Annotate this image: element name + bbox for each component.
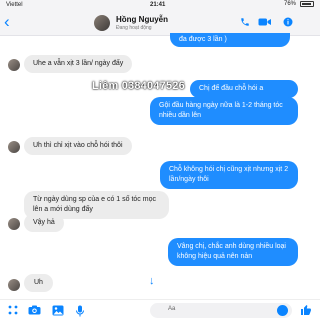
watermark-text: Liêm 0384047526 xyxy=(92,80,185,92)
carrier-label: Viettel xyxy=(6,2,23,8)
message-input-placeholder: Aa xyxy=(168,306,176,312)
message-bubble-incoming[interactable]: Uhe a vẫn xịt 3 lần/ ngày đấy xyxy=(24,55,133,73)
message-bubble-incoming[interactable]: Uh thì chỉ xịt vào chỗ hói thôi xyxy=(24,137,132,155)
thumbs-up-icon[interactable] xyxy=(300,304,312,316)
battery-icon xyxy=(300,1,314,7)
message-bubble-incoming[interactable]: Vậy hả xyxy=(24,214,64,232)
sender-avatar[interactable] xyxy=(8,59,20,71)
sender-avatar[interactable] xyxy=(8,279,20,291)
message-input[interactable]: Aa xyxy=(150,303,292,318)
camera-icon[interactable] xyxy=(28,305,41,315)
info-icon[interactable] xyxy=(283,17,293,27)
message-bubble-outgoing[interactable]: Chỗ không hói chị cũng xịt nhưng xịt 2 l… xyxy=(160,161,298,189)
apps-icon[interactable] xyxy=(8,305,18,315)
message-bubble-outgoing[interactable]: đa được 3 lần ) xyxy=(170,33,290,47)
sender-avatar[interactable] xyxy=(8,218,20,230)
message-bubble-incoming[interactable]: Uh xyxy=(24,274,53,292)
contact-avatar[interactable] xyxy=(94,15,110,31)
status-right: 76% xyxy=(284,1,314,7)
emoji-icon[interactable] xyxy=(277,305,288,316)
contact-status: Đang hoạt động xyxy=(116,25,152,31)
back-chevron-icon[interactable]: ‹ xyxy=(4,13,10,30)
arrow-down-icon[interactable]: ↓ xyxy=(149,275,155,287)
sender-avatar[interactable] xyxy=(8,141,20,153)
clock: 21:41 xyxy=(150,2,166,8)
status-bar: Viettel 21:41 76% xyxy=(0,0,320,10)
phone-icon[interactable] xyxy=(240,17,250,27)
message-list[interactable]: đa được 3 lần ) Uhe a vẫn xịt 3 lần/ ngà… xyxy=(0,33,320,299)
contact-name[interactable]: Hồng Nguyễn xyxy=(116,15,168,24)
composer-bar: Aa xyxy=(0,299,320,320)
message-bubble-outgoing[interactable]: Chị để đầu chỗ hói a xyxy=(190,80,298,98)
microphone-icon[interactable] xyxy=(76,305,84,317)
battery-percent: 76% xyxy=(283,1,296,7)
message-bubble-outgoing[interactable]: Vâng chị, chắc anh dùng nhiều loại không… xyxy=(168,238,298,266)
message-bubble-outgoing[interactable]: Gội đầu hàng ngày nữa là 1-2 tháng tóc n… xyxy=(150,97,298,125)
video-camera-icon[interactable] xyxy=(258,17,272,27)
photo-icon[interactable] xyxy=(52,305,64,316)
